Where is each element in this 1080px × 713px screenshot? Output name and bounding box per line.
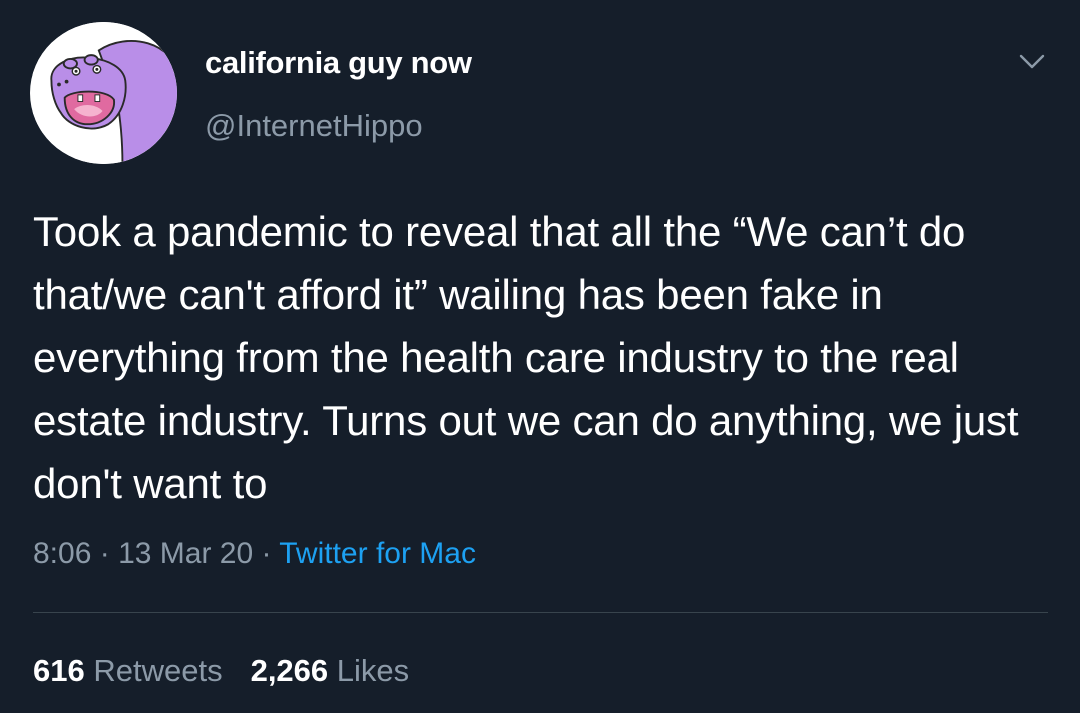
tweet-date[interactable]: 13 Mar 20 <box>118 537 253 570</box>
likes-stat[interactable]: 2,266 Likes <box>251 653 410 688</box>
meta-separator: · <box>91 537 119 570</box>
likes-count: 2,266 <box>250 653 329 688</box>
divider <box>33 612 1048 613</box>
tweet-meta: 8:06 · 13 Mar 20 · Twitter for Mac <box>33 537 476 571</box>
retweets-count: 616 <box>33 653 85 688</box>
meta-separator: · <box>253 537 280 570</box>
likes-label: Likes <box>328 653 410 688</box>
author-display-name[interactable]: california guy now <box>205 45 472 81</box>
hippo-avatar-icon <box>32 22 177 164</box>
tweet-time[interactable]: 8:06 <box>33 537 91 570</box>
tweet-stats: 616 Retweets 2,266 Likes <box>33 653 409 689</box>
tweet-body-text: Took a pandemic to reveal that all the “… <box>33 208 1019 507</box>
tweet-menu-button[interactable] <box>1018 52 1046 72</box>
author-handle[interactable]: @InternetHippo <box>205 108 423 144</box>
author-avatar[interactable] <box>30 22 177 164</box>
chevron-down-icon <box>1019 54 1045 69</box>
retweets-label: Retweets <box>84 653 223 688</box>
retweets-stat[interactable]: 616 Retweets <box>33 653 223 688</box>
tweet-source-link[interactable]: Twitter for Mac <box>279 537 476 570</box>
